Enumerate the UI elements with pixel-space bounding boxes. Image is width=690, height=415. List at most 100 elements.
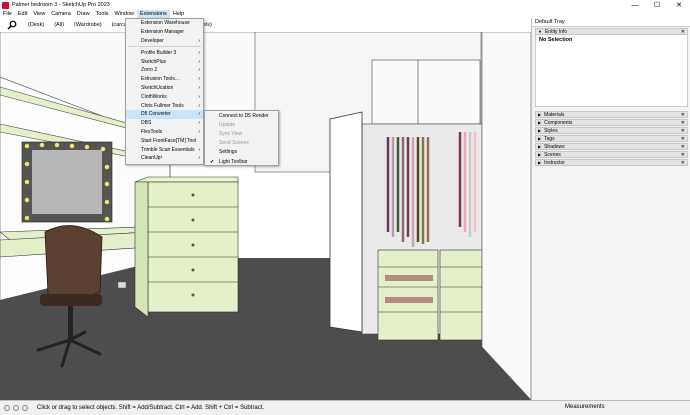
tray-title: Default Tray [535, 19, 565, 25]
menu-item-trimble-scan-essentials[interactable]: Trimble Scan Essentials › [126, 145, 203, 154]
expand-icon: ▶ [538, 128, 542, 133]
close-icon[interactable]: ✕ [681, 160, 685, 166]
checkmark-icon: ✔ [210, 158, 215, 165]
submenu-arrow-icon: › [198, 111, 200, 118]
menu-item-label: D5 Converter [141, 111, 171, 118]
menu-item-d5-converter[interactable]: D5 Converter › [126, 109, 203, 119]
menu-item-frontface-tool[interactable]: Start FrontFace[TM] Tool [126, 136, 203, 145]
menu-item-clothworks[interactable]: ClothWorks › [126, 92, 203, 101]
submenu-update: Update [205, 120, 278, 129]
d5-converter-submenu: Connect to D5 Render Update Sync View Se… [204, 110, 279, 166]
menu-item-label: Developer [141, 37, 164, 44]
close-icon[interactable]: ✕ [681, 152, 685, 158]
model-viewport[interactable] [0, 32, 531, 400]
panel-entity-info-label: Entity Info [544, 28, 568, 35]
default-tray: Default Tray ▼ Entity Info ✕ No Selectio… [531, 18, 690, 400]
menu-item-cleanup[interactable]: CleanUp³ › [126, 154, 203, 163]
menu-item-extension-manager[interactable]: Extension Manager [126, 28, 203, 37]
menu-window[interactable]: Window [111, 10, 137, 18]
submenu-arrow-icon: › [198, 76, 200, 83]
menu-help[interactable]: Help [170, 10, 187, 18]
menu-item-label: DBS [141, 120, 152, 127]
menu-item-label: Chris Fullmer Tools [141, 102, 184, 109]
close-icon[interactable]: ✕ [681, 112, 685, 118]
close-button[interactable]: ✕ [668, 0, 690, 10]
close-icon[interactable]: ✕ [681, 29, 685, 35]
panel-label: Materials [544, 111, 565, 118]
submenu-arrow-icon: › [198, 84, 200, 91]
close-icon[interactable]: ✕ [681, 120, 685, 126]
menu-item-extrusion-tools[interactable]: Extrusion Tools... › [126, 75, 203, 84]
tray-header: Default Tray [532, 18, 690, 27]
window-title: Palmer bedroom 3 - SketchUp Pro 2023 [12, 2, 110, 8]
menu-item-flextools[interactable]: FlexTools › [126, 128, 203, 137]
panel-label: Shadows [544, 143, 565, 150]
panel-styles[interactable]: ▶ Styles ✕ [535, 127, 688, 134]
panel-label: Tags [544, 135, 555, 142]
panel-instructor[interactable]: ▶ Instructor ✕ [535, 159, 688, 166]
menu-draw[interactable]: Draw [74, 10, 93, 18]
expand-icon: ▶ [538, 120, 542, 125]
credits-icon[interactable] [13, 405, 19, 411]
menu-item-label: Extension Manager [141, 29, 185, 36]
menu-view[interactable]: View [30, 10, 48, 18]
submenu-light-toolbar[interactable]: ✔ Light Toolbar [205, 157, 278, 166]
submenu-label: Light Toolbar [219, 158, 248, 165]
entity-info-body: No Selection [535, 35, 688, 107]
menu-item-dbs[interactable]: DBS › [126, 119, 203, 128]
entity-info-value: No Selection [539, 37, 573, 43]
menu-item-label: Profile Builder 3 [141, 49, 177, 56]
expand-icon: ▶ [538, 136, 542, 141]
submenu-arrow-icon: › [198, 146, 200, 153]
expand-icon: ▶ [538, 144, 542, 149]
menu-camera[interactable]: Camera [48, 10, 74, 18]
menu-item-label: Extension Warehouse [141, 20, 190, 27]
menu-item-developer[interactable]: Developer › [126, 37, 203, 46]
panel-entity-info-header[interactable]: ▼ Entity Info ✕ [535, 28, 688, 35]
submenu-arrow-icon: › [198, 67, 200, 74]
scene-toolbar: (Desk) (All) (Wardrobe) (carcas rs panel… [0, 18, 531, 32]
status-icons [4, 405, 31, 411]
close-icon[interactable]: ✕ [681, 128, 685, 134]
panel-scenes[interactable]: ▶ Scenes ✕ [535, 151, 688, 158]
panel-shadows[interactable]: ▶ Shadows ✕ [535, 143, 688, 150]
maximize-button[interactable]: ☐ [646, 0, 668, 10]
menu-item-sketchucation[interactable]: SketchUcation › [126, 84, 203, 93]
submenu-arrow-icon: › [198, 155, 200, 162]
menu-item-extension-warehouse[interactable]: Extension Warehouse [126, 19, 203, 28]
menu-item-label: ClothWorks [141, 93, 167, 100]
menu-item-label: SketchPlus [141, 58, 167, 65]
panel-components[interactable]: ▶ Components ✕ [535, 119, 688, 126]
scene-tab-desk[interactable]: (Desk) [28, 22, 44, 28]
submenu-settings[interactable]: Settings [205, 148, 278, 157]
menu-item-zorro[interactable]: Zorro 2 › [126, 66, 203, 75]
menu-tools[interactable]: Tools [93, 10, 112, 18]
menu-extensions[interactable]: Extensions [137, 10, 170, 18]
panel-tags[interactable]: ▶ Tags ✕ [535, 135, 688, 142]
menu-item-label: SketchUcation [141, 84, 174, 91]
submenu-label: Sync View [219, 130, 243, 137]
expand-icon: ▶ [538, 112, 542, 117]
menu-file[interactable]: File [0, 10, 15, 18]
scene-tab-wardrobe[interactable]: (Wardrobe) [74, 22, 102, 28]
submenu-arrow-icon: › [198, 102, 200, 109]
scene-tab-all[interactable]: (All) [54, 22, 64, 28]
menu-item-label: FlexTools [141, 128, 163, 135]
submenu-connect-d5-render[interactable]: Connect to D5 Render [205, 111, 278, 120]
menu-item-sketchplus[interactable]: SketchPlus › [126, 57, 203, 66]
menu-item-label: CleanUp³ [141, 155, 163, 162]
collapse-icon: ▼ [538, 29, 542, 34]
panel-materials[interactable]: ▶ Materials ✕ [535, 111, 688, 118]
menu-separator [128, 46, 201, 48]
geo-location-icon[interactable] [4, 405, 10, 411]
menu-item-profile-builder[interactable]: Profile Builder 3 › [126, 48, 203, 57]
menu-edit[interactable]: Edit [15, 10, 30, 18]
menu-item-chris-fullmer-tools[interactable]: Chris Fullmer Tools › [126, 101, 203, 110]
minimize-button[interactable]: — [624, 0, 646, 10]
menu-item-label: Start FrontFace[TM] Tool [141, 137, 197, 144]
user-icon[interactable] [22, 405, 28, 411]
close-icon[interactable]: ✕ [681, 136, 685, 142]
submenu-arrow-icon: › [198, 93, 200, 100]
magnifier-icon[interactable] [6, 19, 18, 31]
close-icon[interactable]: ✕ [681, 144, 685, 150]
